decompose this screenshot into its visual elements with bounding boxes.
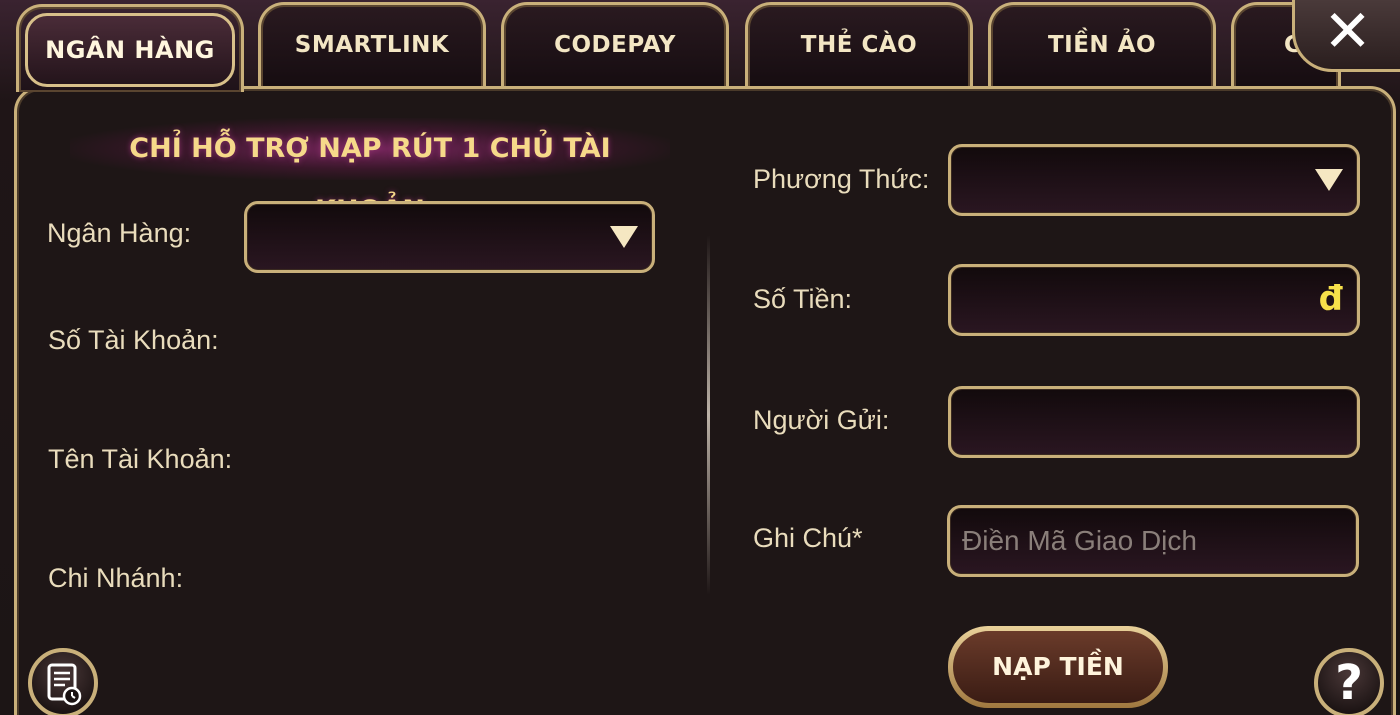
tab-codepay[interactable]: CODEPAY [501, 2, 729, 90]
bank-select[interactable] [244, 201, 655, 273]
deposit-button-label: NẠP TIỀN [953, 631, 1163, 703]
currency-suffix: đ [1318, 279, 1343, 319]
amount-field[interactable]: đ [948, 264, 1360, 336]
sender-field[interactable] [948, 386, 1360, 458]
account-name-label: Tên Tài Khoản: [48, 444, 233, 474]
column-divider [707, 235, 710, 595]
bank-label: Ngân Hàng: [47, 218, 192, 248]
close-icon: ✕ [1323, 0, 1372, 65]
tab-the-cao[interactable]: THẺ CÀO [745, 2, 973, 90]
question-icon: ? [1335, 655, 1363, 711]
sender-label: Người Gửi: [753, 405, 890, 435]
tab-ngan-hang-label: NGÂN HÀNG [25, 13, 235, 87]
note-label: Ghi Chú* [753, 523, 863, 553]
help-button[interactable]: ? [1314, 648, 1384, 715]
history-button[interactable] [28, 648, 98, 715]
close-button[interactable]: ✕ [1292, 0, 1400, 72]
tab-ngan-hang[interactable]: NGÂN HÀNG [16, 4, 244, 92]
note-field[interactable] [947, 505, 1359, 577]
amount-label: Số Tiền: [753, 284, 853, 314]
deposit-dialog: SMARTLINK CODEPAY THẺ CÀO TIỀN ẢO G NGÂN… [0, 0, 1400, 715]
banner-notice: CHỈ HỖ TRỢ NẠP RÚT 1 CHỦ TÀI KHOẢN [70, 118, 670, 226]
sender-input[interactable] [951, 389, 1357, 455]
chevron-down-icon [610, 226, 638, 248]
branch-label: Chi Nhánh: [48, 563, 184, 593]
tab-smartlink[interactable]: SMARTLINK [258, 2, 486, 90]
note-input[interactable] [950, 508, 1356, 574]
account-number-label: Số Tài Khoản: [48, 325, 219, 355]
chevron-down-icon [1315, 169, 1343, 191]
history-icon [47, 663, 82, 706]
method-label: Phương Thức: [753, 164, 930, 194]
deposit-button[interactable]: NẠP TIỀN [948, 626, 1168, 708]
tab-tien-ao[interactable]: TIỀN ẢO [988, 2, 1216, 90]
method-select[interactable] [948, 144, 1360, 216]
